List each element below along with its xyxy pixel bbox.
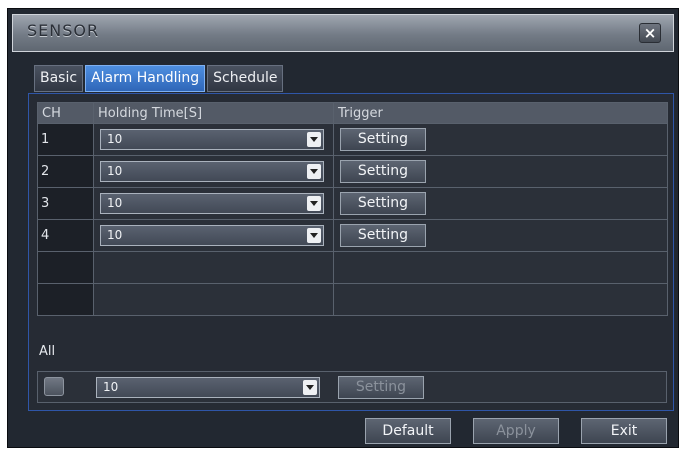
chevron-down-icon: [303, 380, 317, 395]
tab-bar: Basic Alarm Handling Schedule: [34, 65, 285, 92]
holding-time-select-ch1[interactable]: 10: [100, 129, 324, 150]
chevron-down-icon: [307, 132, 321, 147]
close-button[interactable]: ×: [639, 23, 661, 43]
channel-table: CH Holding Time[S] Trigger 1 10 Setting …: [37, 102, 668, 316]
holding-time-select-ch2[interactable]: 10: [100, 161, 324, 182]
trigger-setting-button-ch3[interactable]: Setting: [340, 192, 426, 215]
channel-number: 4: [37, 219, 94, 252]
alarm-handling-panel: CH Holding Time[S] Trigger 1 10 Setting …: [28, 93, 674, 411]
table-row-empty: [37, 251, 668, 284]
trigger-setting-button-ch2[interactable]: Setting: [340, 160, 426, 183]
table-header: CH Holding Time[S] Trigger: [37, 102, 668, 124]
table-row: 4 10 Setting: [37, 219, 668, 252]
chevron-down-icon: [307, 228, 321, 243]
title-bar: SENSOR ×: [12, 14, 674, 52]
table-row: 2 10 Setting: [37, 155, 668, 188]
close-icon: ×: [643, 24, 657, 42]
all-channels-checkbox[interactable]: [44, 377, 64, 396]
table-row: 3 10 Setting: [37, 187, 668, 220]
dialog-title: SENSOR: [27, 21, 100, 40]
holding-time-value: 10: [107, 164, 123, 178]
channel-number: 3: [37, 187, 94, 220]
channel-number: 2: [37, 155, 94, 188]
channel-number: 1: [37, 123, 94, 156]
all-channels-row: 10 Setting: [37, 371, 667, 403]
holding-time-select-ch3[interactable]: 10: [100, 193, 324, 214]
holding-time-value: 10: [107, 132, 123, 146]
tab-alarm-handling[interactable]: Alarm Handling: [85, 65, 206, 92]
column-header-ch: CH: [37, 102, 94, 124]
trigger-setting-button-ch4[interactable]: Setting: [340, 224, 426, 247]
tab-basic[interactable]: Basic: [34, 65, 84, 92]
column-header-holding-time: Holding Time[S]: [93, 102, 334, 124]
all-holding-time-select[interactable]: 10: [96, 377, 320, 398]
holding-time-value: 10: [107, 196, 123, 210]
holding-time-select-ch4[interactable]: 10: [100, 225, 324, 246]
default-button[interactable]: Default: [365, 418, 451, 444]
table-row: 1 10 Setting: [37, 123, 668, 156]
table-row-empty: [37, 283, 668, 316]
holding-time-value: 10: [103, 380, 119, 394]
holding-time-value: 10: [107, 228, 123, 242]
exit-button[interactable]: Exit: [581, 418, 667, 444]
apply-button[interactable]: Apply: [473, 418, 559, 444]
sensor-dialog: SENSOR × Basic Alarm Handling Schedule C…: [7, 8, 679, 448]
chevron-down-icon: [307, 164, 321, 179]
all-channels-label: All: [39, 344, 56, 359]
all-trigger-setting-button[interactable]: Setting: [338, 376, 424, 399]
tab-schedule[interactable]: Schedule: [207, 65, 284, 92]
column-header-trigger: Trigger: [333, 102, 668, 124]
trigger-setting-button-ch1[interactable]: Setting: [340, 128, 426, 151]
chevron-down-icon: [307, 196, 321, 211]
